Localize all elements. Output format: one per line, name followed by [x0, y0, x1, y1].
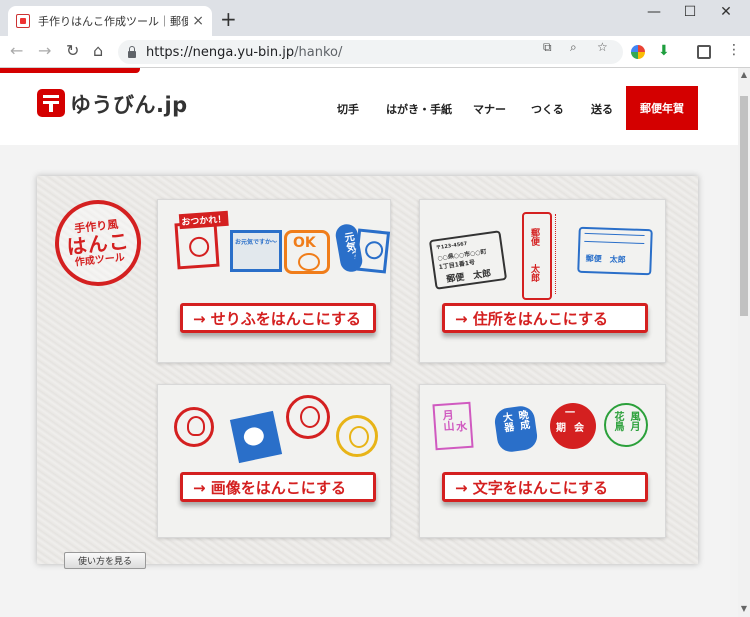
- arrow-left-icon[interactable]: ←: [10, 42, 23, 60]
- favicon-icon: [16, 14, 30, 28]
- address-hanko-label: → 住所をはんこにする: [455, 309, 608, 328]
- stamp-otsukare: おつかれ！: [174, 210, 229, 270]
- stamp-text-pink-2: 水: [455, 420, 468, 434]
- card-serifu[interactable]: おつかれ！ お元気ですか～ OK 元気？ → せりふをはんこにする: [157, 199, 391, 363]
- tab-strip: 手作りはんこ作成ツール｜郵便年 × + — ☐ ✕: [0, 0, 750, 36]
- nav-item-postcards[interactable]: はがき・手紙: [386, 101, 452, 117]
- tool-board: 手作り風 はんこ 作成ツール おつかれ！ お元気ですか～ OK 元気？ → せり…: [37, 176, 698, 569]
- stamp-text-red-3: 会: [574, 423, 584, 434]
- nav-item-stamps[interactable]: 切手: [337, 101, 359, 117]
- stamp-ogenki-text: お元気ですか～: [235, 239, 278, 246]
- stamp-image-man: [174, 407, 214, 447]
- nav-item-make[interactable]: つくる: [531, 101, 564, 117]
- post-logo-icon[interactable]: [37, 89, 65, 117]
- browser-toolbar: ← → ↻ ⌂ https://nenga.yu-bin.jp/hanko/ ⧉…: [0, 36, 750, 68]
- stamp-address-blue: 郵便 太郎: [577, 226, 653, 276]
- lock-icon: [128, 45, 136, 58]
- extension-icon[interactable]: [631, 45, 645, 59]
- close-window-button[interactable]: ✕: [714, 4, 738, 20]
- stamp-text-red-1: 一: [565, 408, 575, 419]
- stamp-girl: [353, 228, 391, 274]
- stamp-text-pink-1: 月山: [440, 408, 456, 432]
- maximize-button[interactable]: ☐: [678, 4, 702, 20]
- text-hanko-button[interactable]: → 文字をはんこにする: [442, 472, 648, 502]
- stamp-image-face: [286, 395, 330, 439]
- stamp-text-red: 一 期 会: [550, 403, 596, 449]
- card-address[interactable]: 〒123-4567 ○○県○○市○○町 1丁目1番1号 郵便 太郎 郵便 太郎 …: [419, 199, 666, 363]
- scrollbar[interactable]: ▲ ▼: [738, 68, 750, 617]
- home-icon[interactable]: ⌂: [93, 42, 103, 60]
- stamp-address-red: 郵便 太郎: [522, 212, 552, 300]
- extension-calendar-icon[interactable]: [697, 45, 711, 59]
- stamp-text-red-2: 期: [556, 423, 566, 434]
- card-text[interactable]: 月山 水 大器 晩成 一 期 会 花鳥 風月 → 文字をはんこにする: [419, 384, 666, 538]
- browser-tab[interactable]: 手作りはんこ作成ツール｜郵便年 ×: [8, 6, 212, 36]
- stamp-address-red-lines: [555, 214, 565, 294]
- stamp-otsukare-text: おつかれ！: [178, 210, 229, 230]
- stamp-text-green-1: 花鳥: [612, 411, 623, 431]
- url-path: /hanko/: [294, 44, 343, 60]
- stamp-text-green-2: 風月: [628, 411, 639, 431]
- text-hanko-label: → 文字をはんこにする: [455, 478, 608, 497]
- site-header: ゆうびん.jp 切手 はがき・手紙 マナー つくる 送る 郵便年賀: [0, 73, 738, 131]
- hanko-tool-badge: 手作り風 はんこ 作成ツール: [50, 195, 146, 291]
- download-icon[interactable]: ⬇: [658, 43, 670, 59]
- card-image[interactable]: → 画像をはんこにする: [157, 384, 391, 538]
- nav-item-new-year[interactable]: 郵便年賀: [626, 86, 698, 130]
- scroll-down-icon[interactable]: ▼: [738, 604, 750, 613]
- tab-close-icon[interactable]: ×: [192, 13, 204, 29]
- zoom-icon[interactable]: ⌕: [570, 40, 577, 55]
- image-hanko-label: → 画像をはんこにする: [193, 478, 346, 497]
- stamp-text-green: 花鳥 風月: [604, 403, 648, 447]
- scrollbar-thumb[interactable]: [740, 96, 748, 316]
- tab-title: 手作りはんこ作成ツール｜郵便年: [38, 15, 188, 28]
- nav-item-manners[interactable]: マナー: [473, 101, 506, 117]
- serifu-hanko-label: → せりふをはんこにする: [193, 309, 361, 328]
- reload-icon[interactable]: ↻: [66, 42, 79, 60]
- howto-button[interactable]: 使い方を見る: [64, 552, 146, 569]
- stamp-ok: OK: [284, 230, 330, 274]
- stamp-ogenki: お元気ですか～: [230, 230, 282, 272]
- scroll-up-icon[interactable]: ▲: [738, 70, 750, 79]
- arrow-right-icon[interactable]: →: [38, 42, 51, 60]
- page-viewport: ゆうびん.jp 切手 はがき・手紙 マナー つくる 送る 郵便年賀 手作り風 は…: [0, 68, 738, 617]
- stamp-address-black: 〒123-4567 ○○県○○市○○町 1丁目1番1号 郵便 太郎: [428, 230, 508, 290]
- image-hanko-button[interactable]: → 画像をはんこにする: [180, 472, 376, 502]
- bookmark-star-icon[interactable]: ☆: [597, 40, 608, 54]
- stamp-text-blue-1: 大器: [499, 411, 514, 433]
- new-tab-button[interactable]: +: [220, 9, 237, 29]
- stamp-text-blue-2: 晩成: [515, 409, 530, 431]
- stamp-ok-text: OK: [293, 235, 316, 251]
- nav-item-send[interactable]: 送る: [591, 101, 613, 117]
- translate-icon[interactable]: ⧉: [543, 40, 552, 55]
- address-hanko-button[interactable]: → 住所をはんこにする: [442, 303, 648, 333]
- stamp-image-bear: [229, 410, 283, 464]
- stamp-text-blue: 大器 晩成: [493, 404, 539, 454]
- minimize-button[interactable]: —: [642, 4, 666, 20]
- url-host: https://nenga.yu-bin.jp: [146, 44, 295, 60]
- menu-icon[interactable]: ⋮: [727, 42, 741, 58]
- stamp-image-woman: [336, 415, 378, 457]
- site-logo[interactable]: ゆうびん.jp: [70, 89, 188, 119]
- stamp-text-pink: 月山 水: [432, 401, 474, 451]
- serifu-hanko-button[interactable]: → せりふをはんこにする: [180, 303, 376, 333]
